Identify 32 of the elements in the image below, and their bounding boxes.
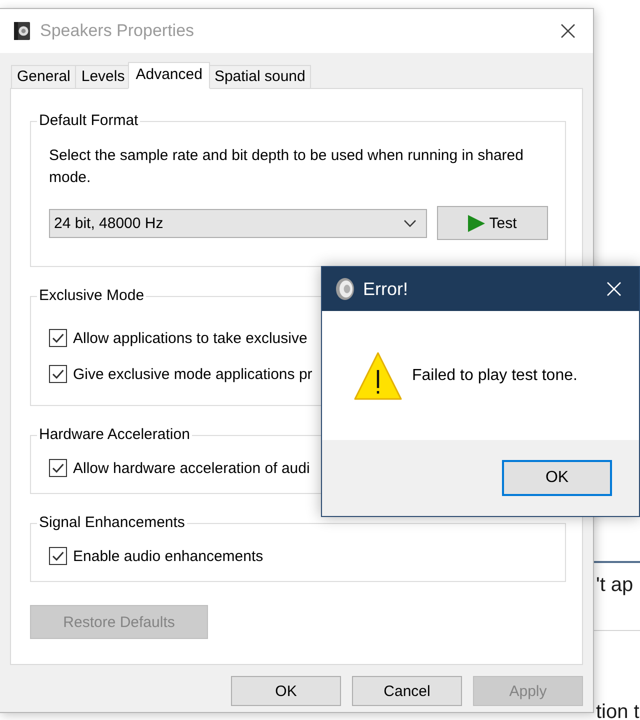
dialog-button[interactable]: OK [231, 676, 341, 706]
chevron-down-icon [404, 220, 416, 226]
speaker-icon [336, 278, 354, 300]
tab[interactable]: Advanced [128, 62, 210, 89]
group-title: Default Format [38, 111, 140, 131]
group-title: Hardware Acceleration [38, 425, 191, 445]
format-dropdown[interactable]: 24 bit, 48000 Hz [49, 208, 427, 238]
error-message: Failed to play test tone. [412, 366, 578, 384]
checkbox-label: Allow hardware acceleration of audi [73, 460, 310, 476]
checkbox[interactable] [49, 365, 67, 383]
page-text: tion t [596, 701, 640, 720]
checkbox-label: Give exclusive mode applications pr [73, 366, 312, 382]
group-title: Exclusive Mode [38, 286, 146, 306]
dialog-button[interactable]: Cancel [352, 676, 462, 706]
window-title: Error! [363, 278, 408, 300]
speaker-icon [14, 22, 30, 40]
close-icon[interactable] [561, 24, 575, 38]
tab[interactable]: General [11, 65, 76, 89]
test-button[interactable]: Test [437, 206, 548, 240]
tab[interactable]: Spatial sound [208, 65, 312, 89]
checkbox-label: Allow applications to take exclusive [73, 330, 308, 346]
warning-icon [354, 352, 402, 400]
window-title: Speakers Properties [40, 21, 194, 41]
dialog-button[interactable]: OK [502, 460, 612, 496]
group-title: Signal Enhancements [38, 513, 186, 533]
play-icon [468, 214, 486, 232]
checkbox[interactable] [49, 547, 67, 565]
checkbox[interactable] [49, 329, 67, 347]
page-text: 't ap [596, 574, 634, 596]
description-text: Select the sample rate and bit depth to be used when running in shared mode. [49, 146, 524, 188]
checkbox[interactable] [49, 459, 67, 477]
checkbox-label: Enable audio enhancements [73, 548, 264, 564]
